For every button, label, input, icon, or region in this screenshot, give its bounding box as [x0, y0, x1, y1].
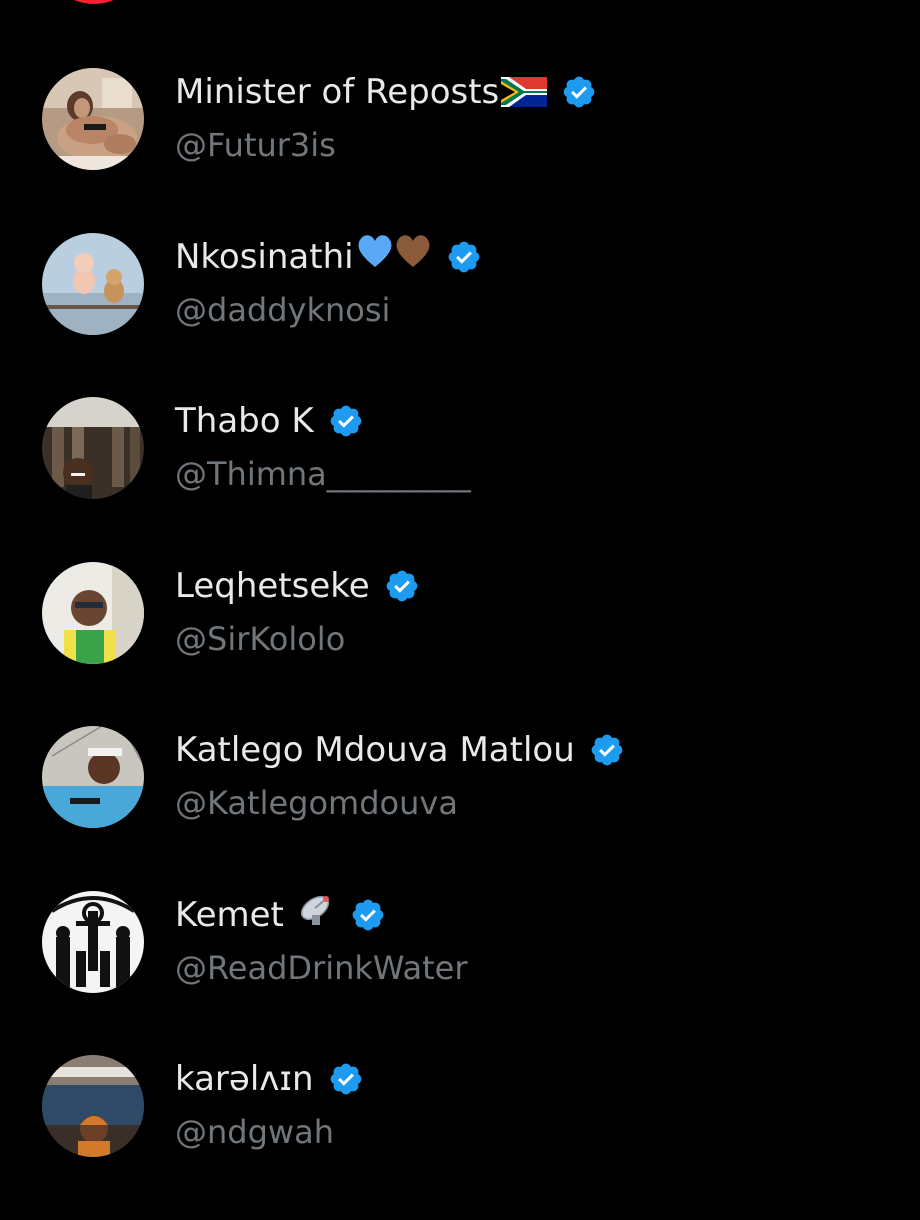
display-name[interactable]: Leqhetseke [175, 564, 370, 608]
avatar[interactable] [42, 232, 144, 335]
username-handle[interactable]: @ndgwah [175, 1111, 334, 1153]
account-row[interactable]: Nkosinathi @daddyknosi [0, 232, 920, 398]
account-row[interactable]: Leqhetseke @SirKololo [0, 561, 920, 727]
satellite-dish-icon [296, 889, 336, 941]
display-name[interactable]: karəlʌɪn [175, 1057, 314, 1101]
avatar[interactable] [42, 561, 144, 664]
username-handle[interactable]: @Thimna_________ [175, 453, 471, 495]
south-africa-flag-icon [501, 77, 548, 107]
account-row[interactable]: Minister of Reposts @Futur3is [0, 68, 920, 233]
account-row[interactable]: Katlego Mdouva Matlou @Katlegomdouva [0, 726, 920, 891]
verified-badge-icon [328, 403, 364, 439]
display-name[interactable]: Nkosinathi [175, 235, 354, 279]
verified-badge-icon [384, 568, 420, 604]
display-name-line[interactable]: Minister of Reposts [175, 70, 597, 114]
username-handle[interactable]: @Katlegomdouva [175, 782, 458, 824]
account-list: Minister of Reposts @Futur3is Nkosinathi… [0, 68, 920, 1220]
hearts-icon [356, 231, 432, 283]
username-handle[interactable]: @SirKololo [175, 618, 345, 660]
avatar[interactable] [42, 1055, 144, 1157]
display-name[interactable]: Katlego Mdouva Matlou [175, 728, 575, 772]
account-row[interactable]: karəlʌɪn @ndgwah [0, 1055, 920, 1220]
display-name-line[interactable]: Leqhetseke [175, 564, 420, 608]
verified-badge-icon [561, 74, 597, 110]
display-name-line[interactable]: Katlego Mdouva Matlou [175, 728, 625, 772]
account-row[interactable]: Kemet @ReadDrinkWater [0, 890, 920, 1056]
avatar[interactable] [42, 68, 144, 170]
display-name-line[interactable]: Thabo K [175, 399, 364, 443]
display-name-line[interactable]: Nkosinathi [175, 234, 482, 279]
avatar[interactable] [42, 890, 144, 993]
verified-badge-icon [328, 1061, 364, 1097]
verified-badge-icon [350, 897, 386, 933]
display-name-line[interactable]: Kemet [175, 893, 386, 937]
verified-badge-icon [589, 732, 625, 768]
display-name[interactable]: Thabo K [175, 399, 314, 443]
verified-badge-icon [446, 239, 482, 275]
account-row[interactable]: Thabo K @Thimna_________ [0, 397, 920, 562]
avatar[interactable] [42, 397, 144, 499]
avatar[interactable] [42, 726, 144, 828]
username-handle[interactable]: @daddyknosi [175, 289, 390, 331]
username-handle[interactable]: @ReadDrinkWater [175, 947, 468, 989]
display-name-line[interactable]: karəlʌɪn [175, 1057, 364, 1101]
username-handle[interactable]: @Futur3is [175, 124, 336, 166]
display-name[interactable]: Kemet [175, 893, 284, 937]
partial-avatar-top[interactable] [44, 0, 144, 4]
display-name[interactable]: Minister of Reposts [175, 70, 499, 114]
